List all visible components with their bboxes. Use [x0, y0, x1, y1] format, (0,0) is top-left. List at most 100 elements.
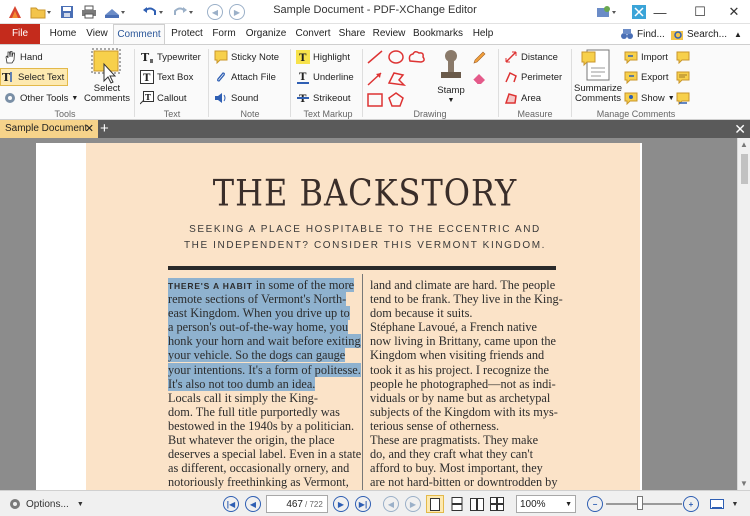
- zoom-select[interactable]: 100% ▼: [516, 495, 576, 513]
- text-line[interactable]: remote sections of Vermont's North-: [168, 292, 361, 307]
- vertical-scrollbar[interactable]: ▲ ▼: [737, 138, 750, 490]
- collapse-ribbon-icon[interactable]: ▲: [734, 26, 742, 42]
- text-line[interactable]: do, and they craft what they can't: [370, 447, 563, 461]
- close-tab-icon[interactable]: ✕: [85, 120, 94, 138]
- scroll-up-icon[interactable]: ▲: [740, 140, 748, 149]
- customize-icon[interactable]: [594, 3, 620, 21]
- text-line[interactable]: These are pragmatists. They make: [370, 433, 563, 447]
- close-window-button[interactable]: ✕: [716, 0, 750, 24]
- article-left-column[interactable]: THERE'S A HABIT in some of the more remot…: [168, 278, 361, 489]
- tab-convert[interactable]: Convert: [291, 24, 335, 44]
- tab-comment[interactable]: Comment: [113, 24, 165, 45]
- back-icon[interactable]: ◀: [206, 3, 224, 21]
- text-line[interactable]: your intentions. It's a form of politess…: [168, 362, 361, 377]
- comment-list-button[interactable]: [676, 68, 690, 86]
- options-button[interactable]: Options... ▼: [8, 495, 84, 513]
- current-page-input[interactable]: 467: [267, 499, 303, 510]
- text-line[interactable]: It's also not too dumb an idea.: [168, 376, 361, 391]
- facing-continuous-view-button[interactable]: [488, 495, 506, 513]
- save-icon[interactable]: [58, 3, 76, 21]
- forward-icon[interactable]: ▶: [228, 3, 246, 21]
- view-menu-dropdown-icon[interactable]: ▼: [728, 495, 742, 513]
- polygon-tool-icon[interactable]: [387, 72, 407, 87]
- other-tools-button[interactable]: Other Tools ▼: [3, 89, 78, 107]
- cloud-tool-icon[interactable]: [408, 50, 425, 63]
- select-comments-button[interactable]: Select Comments: [84, 48, 130, 104]
- single-page-view-button[interactable]: [426, 495, 444, 513]
- area-button[interactable]: Area: [504, 89, 541, 107]
- attach-file-button[interactable]: Attach File: [214, 68, 276, 86]
- first-page-button[interactable]: |◀: [222, 495, 240, 513]
- scan-icon[interactable]: [102, 3, 128, 21]
- continuous-view-button[interactable]: [448, 495, 466, 513]
- zoom-out-button[interactable]: −: [586, 495, 604, 513]
- eraser-tool-button[interactable]: [472, 69, 486, 87]
- text-line[interactable]: THERE'S A HABIT in some of the more: [168, 278, 361, 292]
- zoom-in-button[interactable]: +: [682, 495, 700, 513]
- text-line[interactable]: viduals or by name but as archetypal: [370, 391, 563, 405]
- pencil-tool-button[interactable]: [472, 49, 486, 67]
- tab-bookmarks[interactable]: Bookmarks: [409, 24, 467, 44]
- comment-styles-button[interactable]: [676, 48, 690, 66]
- tab-help[interactable]: Help: [467, 24, 499, 44]
- tab-home[interactable]: Home: [44, 24, 82, 44]
- text-line[interactable]: east Kingdom. When you drive up to: [168, 306, 361, 321]
- open-folder-icon[interactable]: [28, 3, 54, 21]
- ellipse-tool-icon[interactable]: [388, 50, 404, 64]
- print-icon[interactable]: [80, 3, 98, 21]
- perimeter-button[interactable]: Perimeter: [504, 68, 562, 86]
- forward-view-button[interactable]: ▶: [404, 495, 422, 513]
- text-line[interactable]: honk your horn and wait before exiting: [168, 334, 361, 349]
- typewriter-button[interactable]: T Typewriter: [140, 48, 201, 66]
- show-comments-button[interactable]: Show ▼: [624, 89, 675, 107]
- sound-button[interactable]: Sound: [214, 89, 258, 107]
- find-button[interactable]: Find...: [620, 26, 665, 42]
- text-line[interactable]: bestowed in the 1940s by a politician.: [168, 419, 361, 433]
- text-box-button[interactable]: T Text Box: [140, 68, 193, 86]
- underline-button[interactable]: T Underline: [296, 68, 354, 86]
- text-line[interactable]: subjects of the Kingdom with its mys-: [370, 405, 563, 419]
- text-line[interactable]: afford to buy. Most important, they: [370, 461, 563, 475]
- tab-share[interactable]: Share: [335, 24, 369, 44]
- minimize-button[interactable]: —: [642, 0, 678, 24]
- distance-button[interactable]: Distance: [504, 48, 558, 66]
- text-line[interactable]: Locals call it simply the King-: [168, 391, 361, 405]
- next-page-button[interactable]: ▶: [332, 495, 350, 513]
- previous-page-button[interactable]: ◀: [244, 495, 262, 513]
- close-document-button[interactable]: ✕: [734, 120, 746, 138]
- last-page-button[interactable]: ▶|: [354, 495, 372, 513]
- text-line[interactable]: notoriously freethinking as Vermont,: [168, 475, 361, 489]
- sticky-note-button[interactable]: Sticky Note: [214, 48, 279, 66]
- undo-icon[interactable]: [140, 3, 166, 21]
- tab-review[interactable]: Review: [369, 24, 409, 44]
- flatten-comments-button[interactable]: [676, 89, 690, 107]
- callout-button[interactable]: T Callout: [140, 89, 187, 107]
- text-line[interactable]: a person's out-of-the-way home, you: [168, 320, 361, 335]
- text-line[interactable]: deserves a special label. Even in a stat…: [168, 447, 361, 461]
- text-line[interactable]: Kingdom when visiting friends and: [370, 348, 563, 362]
- summarize-comments-button[interactable]: Summarize Comments: [574, 48, 622, 104]
- fit-page-button[interactable]: [708, 495, 726, 513]
- text-line[interactable]: tend to be frank. They live in the King-: [370, 292, 563, 306]
- line-tool-icon[interactable]: [367, 50, 383, 64]
- tab-file[interactable]: File: [0, 24, 40, 44]
- text-line[interactable]: land and climate are hard. The people: [370, 278, 563, 292]
- stamp-button[interactable]: Stamp ▼: [432, 48, 470, 106]
- hand-tool-button[interactable]: Hand: [3, 48, 43, 66]
- document-tab[interactable]: Sample Document ✕: [0, 120, 98, 138]
- text-line[interactable]: now living in Brittany, came upon the: [370, 334, 563, 348]
- tab-organize[interactable]: Organize: [241, 24, 291, 44]
- text-line[interactable]: terious sense of otherness.: [370, 419, 563, 433]
- scroll-down-icon[interactable]: ▼: [740, 479, 748, 488]
- tab-protect[interactable]: Protect: [167, 24, 207, 44]
- facing-view-button[interactable]: [468, 495, 486, 513]
- text-line[interactable]: But whatever the origin, the place: [168, 433, 361, 447]
- rectangle-tool-icon[interactable]: [367, 93, 383, 107]
- text-line[interactable]: are not hard-bitten or downtrodden by: [370, 475, 563, 489]
- document-viewer[interactable]: THE BACKSTORY SEEKING A PLACE HOSPITABLE…: [0, 138, 750, 490]
- search-button[interactable]: Search...: [670, 26, 727, 42]
- tab-view[interactable]: View: [82, 24, 112, 44]
- redo-icon[interactable]: [170, 3, 196, 21]
- import-comments-button[interactable]: Import: [624, 48, 668, 66]
- article-right-column[interactable]: land and climate are hard. The people ten…: [370, 278, 563, 489]
